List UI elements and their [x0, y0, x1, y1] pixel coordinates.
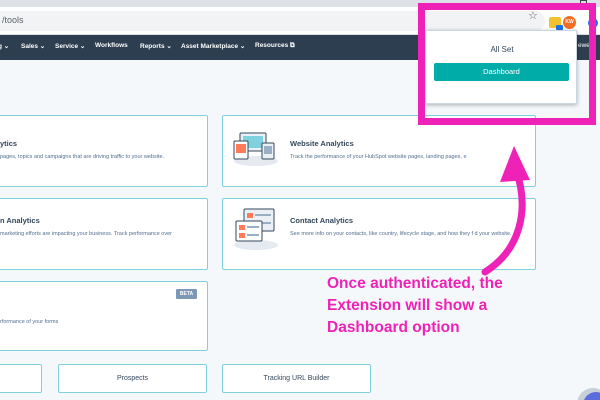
- prospects-button[interactable]: Prospects: [58, 364, 207, 393]
- nav-item-resources[interactable]: Resources ⧉: [255, 42, 295, 50]
- beta-badge: BETA: [176, 289, 197, 299]
- card-website-analytics-desc: Track the performance of your HubSpot we…: [290, 154, 467, 160]
- tool-button-partial[interactable]: [0, 364, 42, 393]
- card-campaign-analytics-desc: marketing efforts are impacting your bus…: [0, 231, 173, 237]
- card-forms-desc: rformance of your forms: [0, 319, 59, 325]
- card-contact-analytics-title: Contact Analytics: [290, 216, 354, 225]
- card-marketing-analytics[interactable]: [0, 115, 208, 187]
- address-bar-url: /tools: [2, 15, 24, 25]
- card-marketing-analytics-desc: pages, topics and campaigns that are dri…: [0, 154, 165, 160]
- nav-item-marketing[interactable]: g ⌄: [0, 42, 9, 50]
- highlight-box: [418, 3, 596, 125]
- nav-item-asset-marketplace[interactable]: Asset Marketplace ⌄: [181, 42, 245, 50]
- nav-item-workflows[interactable]: Workflows: [95, 42, 128, 49]
- nav-item-sales[interactable]: Sales ⌄: [21, 42, 45, 50]
- card-campaign-analytics-title: n Analytics: [0, 216, 40, 225]
- nav-item-service[interactable]: Service ⌄: [55, 42, 85, 50]
- contact-analytics-illustration-icon: [234, 208, 278, 250]
- annotation-text: Once authenticated, the Extension will s…: [327, 275, 503, 336]
- card-website-analytics-title: Website Analytics: [290, 139, 354, 148]
- card-marketing-analytics-title: ytics: [0, 139, 18, 148]
- tracking-url-builder-button[interactable]: Tracking URL Builder: [222, 364, 371, 393]
- annotation-arrow-icon: [481, 146, 530, 276]
- website-analytics-illustration-icon: [233, 132, 278, 166]
- nav-item-reports[interactable]: Reports ⌄: [140, 42, 172, 50]
